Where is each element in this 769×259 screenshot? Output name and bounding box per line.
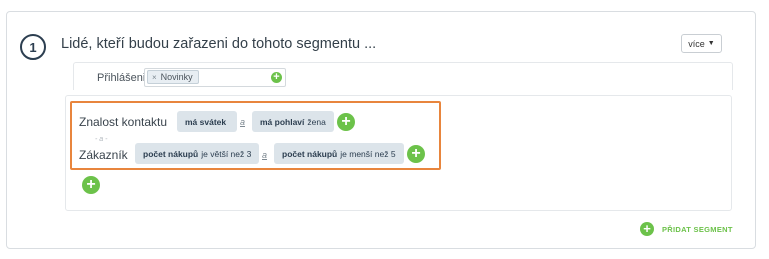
newsletter-tag-label: Novinky bbox=[160, 72, 193, 82]
newsletter-tag: × Novinky bbox=[147, 70, 199, 84]
add-condition-button[interactable]: + bbox=[337, 113, 355, 131]
condition-chip[interactable]: má svátek bbox=[177, 111, 238, 132]
and-connector[interactable]: a bbox=[262, 150, 267, 160]
caret-down-icon: ▼ bbox=[707, 40, 715, 47]
add-newsletter-button[interactable]: + bbox=[271, 72, 282, 83]
or-separator: - a - bbox=[95, 136, 108, 143]
add-segment-button[interactable]: + PŘIDAT SEGMENT bbox=[640, 222, 733, 236]
chip-value: žena bbox=[307, 116, 326, 127]
chip-value: je větší než 3 bbox=[201, 148, 252, 159]
remove-tag-icon[interactable]: × bbox=[152, 73, 157, 82]
condition-chip[interactable]: počet nákupů je menší než 5 bbox=[274, 143, 404, 164]
more-button-label: více bbox=[688, 38, 705, 49]
condition-chip[interactable]: má pohlaví žena bbox=[252, 111, 334, 132]
and-connector[interactable]: a bbox=[240, 117, 245, 127]
condition-row-label: Znalost kontaktu bbox=[79, 115, 168, 129]
more-button[interactable]: více ▼ bbox=[681, 34, 722, 53]
step-number-badge: 1 bbox=[20, 34, 46, 60]
chip-field: počet nákupů bbox=[143, 148, 199, 159]
chip-value: je menší než 5 bbox=[340, 148, 396, 159]
add-condition-group-button[interactable]: + bbox=[82, 176, 100, 194]
add-condition-button[interactable]: + bbox=[407, 145, 425, 163]
plus-icon: + bbox=[640, 222, 654, 236]
condition-row-label: Zákazník bbox=[79, 148, 128, 162]
chip-field: má svátek bbox=[185, 116, 227, 127]
chip-field: počet nákupů bbox=[282, 148, 338, 159]
segment-title: Lidé, kteří budou zařazeni do tohoto seg… bbox=[61, 36, 377, 52]
condition-chip[interactable]: počet nákupů je větší než 3 bbox=[135, 143, 260, 164]
chip-field: má pohlaví bbox=[260, 116, 305, 127]
add-segment-label: PŘIDAT SEGMENT bbox=[662, 224, 733, 234]
